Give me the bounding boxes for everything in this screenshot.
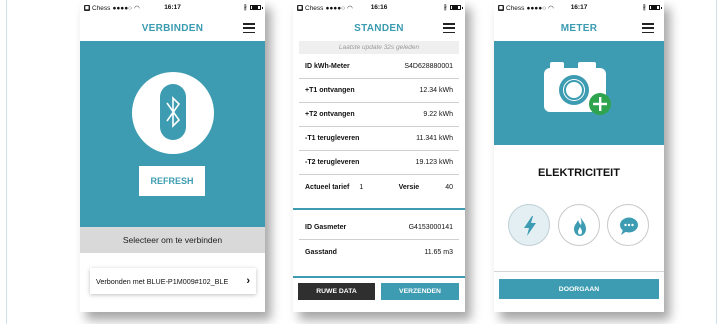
- row-label: ID Gasmeter: [305, 224, 347, 231]
- table-row: -T2 terugleveren 19.123 kWh: [299, 151, 459, 175]
- row-value: 12.34 kWh: [419, 87, 453, 94]
- bluetooth-badge: [132, 72, 214, 154]
- row-value: 9.22 kWh: [423, 111, 453, 118]
- lightning-icon: [524, 216, 536, 236]
- status-bar: ◼ Chess ●●●●○ ◠ 16:17 ∦: [80, 0, 265, 16]
- send-button[interactable]: VERZENDEN: [381, 283, 459, 300]
- gas-readings-table: ID Gasmeter G4153000141 Gasstand 11.65 m…: [299, 216, 459, 264]
- row-value: S4D628880001: [404, 63, 453, 70]
- status-time: 16:17: [570, 4, 588, 11]
- phone-connect-screen: ◼ Chess ●●●●○ ◠ 16:17 ∦ VERBINDEN REFRES…: [80, 0, 265, 312]
- bluetooth-status-icon: ∦: [243, 4, 247, 11]
- phone-standen-screen: ◼ Chess ●●●●○ ◠ 16:16 ∦ STANDEN Laatste …: [293, 0, 465, 312]
- electricity-meter-button[interactable]: [508, 204, 550, 246]
- select-prompt: Selecteer om te verbinden: [80, 227, 265, 253]
- camera-add-icon[interactable]: [494, 41, 664, 145]
- flame-icon: [574, 216, 586, 236]
- status-bar: ◼ Chess ●●●●○ ◠ 16:17 ∦: [494, 0, 664, 16]
- chevron-right-icon: ›: [246, 275, 250, 287]
- section-divider: [293, 276, 465, 278]
- connected-device-item[interactable]: Verbonden met BLUE-P1M009#102_BLE ›: [90, 268, 256, 294]
- row-value: 11.65 m3: [424, 248, 453, 256]
- bluetooth-status-icon: ∦: [443, 4, 447, 11]
- hamburger-icon[interactable]: [443, 23, 455, 34]
- page-title: METER: [560, 22, 598, 34]
- continue-button[interactable]: DOORGAAN: [499, 279, 659, 299]
- table-row: +T1 ontvangen 12.34 kWh: [299, 79, 459, 103]
- tarief-label: Actueel tarief: [305, 183, 350, 191]
- table-row: Gasstand 11.65 m3: [299, 240, 459, 264]
- versie-value: 40: [445, 183, 453, 191]
- other-meter-button[interactable]: [607, 204, 649, 246]
- table-row: ID kWh-Meter S4D628880001: [299, 55, 459, 79]
- meter-type-title: ELEKTRICITEIT: [538, 167, 620, 179]
- last-update-label: Laatste update 32s geleden: [299, 41, 459, 54]
- row-value: 11.341 kWh: [416, 135, 453, 142]
- page-title: VERBINDEN: [141, 22, 204, 34]
- battery-icon: [450, 4, 463, 10]
- status-time: 16:16: [370, 4, 388, 11]
- navbar: STANDEN: [293, 16, 465, 40]
- electricity-readings-table: ID kWh-Meter S4D628880001 +T1 ontvangen …: [299, 55, 459, 199]
- page-title: STANDEN: [354, 22, 404, 34]
- refresh-button[interactable]: REFRESH: [139, 166, 205, 196]
- hamburger-icon[interactable]: [642, 23, 654, 34]
- battery-icon: [649, 4, 662, 10]
- row-label: Gasstand: [305, 248, 337, 256]
- navbar: VERBINDEN: [80, 16, 265, 40]
- chat-icon: [620, 217, 638, 235]
- row-label: +T1 ontvangen: [305, 87, 355, 94]
- section-divider: [494, 271, 664, 272]
- bluetooth-status-icon: ∦: [642, 4, 646, 11]
- tarief-value: 1: [359, 183, 364, 191]
- tarief-row: Actueel tarief 1 Versie 40: [299, 175, 459, 199]
- table-row: +T2 ontvangen 9.22 kWh: [299, 103, 459, 127]
- table-row: -T1 terugleveren 11.341 kWh: [299, 127, 459, 151]
- status-bar: ◼ Chess ●●●●○ ◠ 16:16 ∦: [293, 0, 465, 16]
- raw-data-button[interactable]: RUWE DATA: [298, 283, 375, 300]
- row-value: G4153000141: [408, 224, 453, 231]
- camera-hero[interactable]: [494, 41, 664, 145]
- row-label: ID kWh-Meter: [305, 63, 350, 70]
- versie-label: Versie: [398, 183, 420, 191]
- battery-icon: [250, 4, 263, 10]
- row-value: 19.123 kWh: [415, 159, 453, 166]
- bluetooth-hero: REFRESH: [80, 41, 265, 227]
- frame-border-right: [716, 0, 717, 324]
- navbar: METER: [494, 16, 664, 40]
- connected-device-label: Verbonden met BLUE-P1M009#102_BLE: [96, 276, 229, 286]
- status-time: 16:17: [164, 4, 181, 11]
- row-label: +T2 ontvangen: [305, 111, 355, 118]
- hamburger-icon[interactable]: [243, 23, 255, 34]
- section-divider: [293, 208, 465, 210]
- row-label: -T2 terugleveren: [305, 159, 360, 166]
- frame-border-left: [6, 0, 7, 324]
- bluetooth-icon: [160, 84, 186, 140]
- row-label: -T1 terugleveren: [305, 135, 360, 142]
- phone-meter-screen: ◼ Chess ●●●●○ ◠ 16:17 ∦ METER ELEKTRICIT…: [494, 0, 664, 312]
- table-row: ID Gasmeter G4153000141: [299, 216, 459, 240]
- gas-meter-button[interactable]: [558, 204, 600, 246]
